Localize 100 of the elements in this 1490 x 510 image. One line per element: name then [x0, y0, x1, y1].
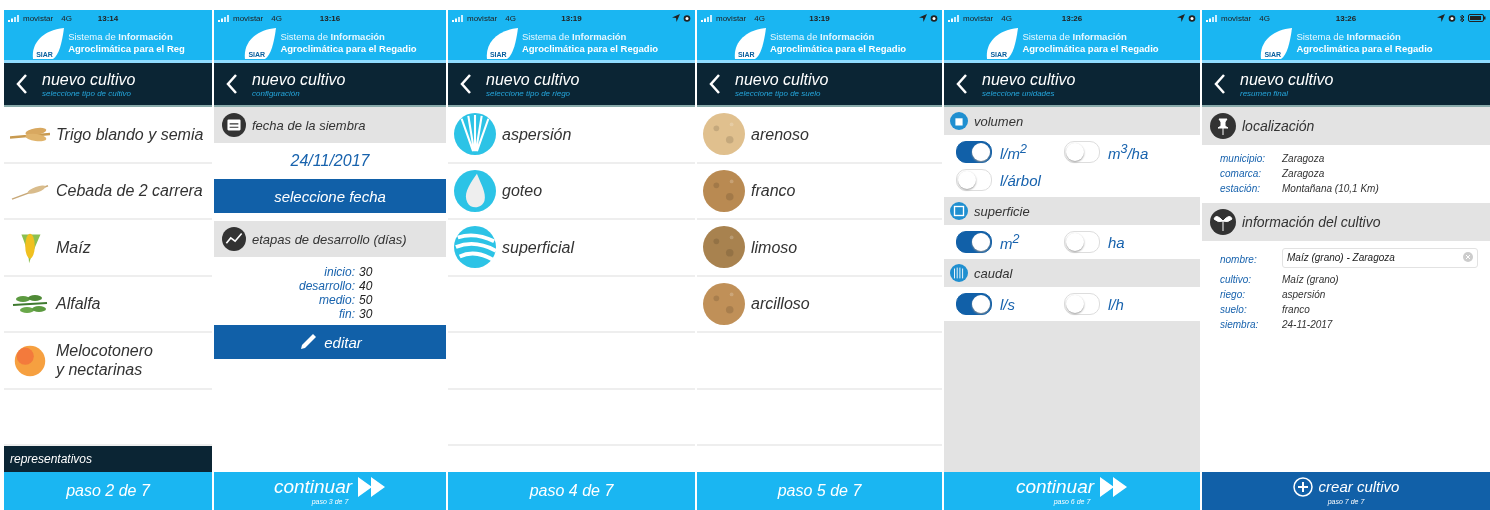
list-item[interactable]: franco [697, 163, 942, 220]
bluetooth-icon [1459, 13, 1465, 23]
sprout-icon [1210, 209, 1236, 235]
carrier-name: movistar [23, 13, 54, 23]
item-label: Melocotonero y nectarinas [56, 341, 153, 380]
soil-sample-icon [703, 169, 745, 212]
step-label: paso 4 de 7 [529, 482, 614, 500]
carrier-name: movistar [1221, 13, 1252, 23]
screen-title: nuevo cultivo [982, 70, 1076, 89]
list-item[interactable]: Melocotonero y nectarinas [4, 333, 212, 390]
unit-label: m$^{3}$/ha [1108, 142, 1149, 162]
status-time: 13:14 [97, 13, 119, 23]
alarm-clock-icon [930, 14, 938, 22]
banner-text: Sistema de Información [521, 31, 628, 43]
field-label: riego: [1220, 289, 1246, 300]
back-icon[interactable] [1214, 73, 1226, 95]
list-item[interactable]: Cebada de 2 carrera [4, 163, 212, 220]
screen-title: nuevo cultivo [252, 70, 346, 89]
pencil-icon [298, 332, 319, 352]
list-item[interactable]: Trigo blando y semia [4, 107, 212, 164]
field-value: Zaragoza [1282, 167, 1325, 179]
list-item[interactable]: aspersión [448, 107, 695, 164]
alarm-clock-icon [1188, 14, 1196, 22]
back-icon[interactable] [709, 73, 721, 95]
list-item[interactable]: superficial [448, 220, 695, 277]
item-label: goteo [502, 181, 543, 201]
screen-subtitle: seleccione tipo de riego [486, 88, 572, 98]
back-icon[interactable] [16, 73, 28, 95]
wave-lines-icon [454, 226, 496, 269]
step-label: paso 2 de 7 [66, 482, 150, 500]
action-button[interactable]: seleccione fecha [214, 179, 446, 213]
back-icon[interactable] [226, 73, 238, 95]
screen-title: nuevo cultivo [42, 70, 136, 89]
network-type: 4G [505, 13, 516, 23]
network-type: 4G [1001, 13, 1012, 23]
field-label: estación: [1220, 182, 1262, 194]
list-item[interactable]: Maíz [4, 220, 212, 277]
section-title: caudal [974, 265, 1013, 281]
fast-forward-icon [1100, 476, 1129, 497]
alarm-clock-icon [1448, 14, 1456, 22]
banner-text: Agroclimática para el Regadio [280, 43, 417, 55]
stage-label: desarrollo: [297, 279, 355, 293]
list-item[interactable]: arcilloso [697, 276, 942, 333]
alarm-clock-icon [683, 14, 691, 22]
plus-circle-icon [1292, 476, 1313, 497]
section-title: fecha de la siembra [252, 117, 366, 133]
wheat-icon [10, 125, 50, 144]
signal-icon [701, 14, 713, 22]
field-value: Maíz (grano) [1282, 274, 1339, 285]
carrier-name: movistar [716, 13, 747, 23]
soil-sample-icon [703, 226, 745, 269]
status-time: 13:26 [1061, 13, 1083, 23]
back-icon[interactable] [956, 73, 968, 95]
field-value: Montañana (10,1 Km) [1282, 182, 1379, 194]
stage-value: 30 [359, 265, 374, 279]
location-arrow-icon [919, 14, 927, 22]
field-value: Zaragoza [1282, 152, 1325, 164]
toggle-switch[interactable] [956, 141, 992, 163]
banner-text: Sistema de Información [1022, 31, 1128, 43]
action-button[interactable]: editar [214, 325, 446, 359]
back-icon[interactable] [460, 73, 472, 95]
field-label: cultivo: [1220, 274, 1253, 285]
item-label: superficial [502, 237, 575, 257]
battery-icon [1468, 14, 1486, 22]
toggle-switch[interactable] [956, 293, 992, 315]
banner-text: Agroclimática para el Reg [68, 43, 185, 55]
section-bar: representativos [4, 446, 212, 472]
water-drop-icon [454, 169, 496, 212]
signal-icon [1206, 14, 1218, 22]
list-item[interactable]: goteo [448, 163, 695, 220]
list-item[interactable]: arenoso [697, 107, 942, 164]
growth-chart-icon [222, 227, 246, 251]
list-item[interactable]: Alfalfa [4, 276, 212, 333]
toggle-switch[interactable] [956, 231, 992, 253]
signal-icon [948, 14, 960, 22]
signal-icon [218, 14, 230, 22]
status-time: 13:26 [1335, 13, 1357, 23]
screen-subtitle: resumen final [1240, 88, 1290, 98]
section-title: etapas de desarrollo (días) [252, 231, 407, 247]
unit-label: l/m$^{2}$ [1000, 142, 1027, 162]
signal-icon [8, 14, 20, 22]
location-arrow-icon [1437, 14, 1445, 22]
field-label: suelo: [1220, 304, 1248, 315]
section-title: superficie [974, 203, 1030, 219]
banner-text: Agroclimática para el Regadio [769, 43, 907, 55]
field-value: franco [1282, 304, 1310, 315]
field-value: aspersión [1282, 289, 1326, 300]
item-label: franco [751, 181, 796, 201]
banner-text: Sistema de Información [769, 31, 876, 43]
list-item[interactable]: limoso [697, 220, 942, 277]
screen-subtitle: seleccione tipo de suelo [735, 88, 822, 98]
item-label: aspersión [502, 124, 572, 144]
pushpin-icon [1210, 113, 1236, 139]
name-field[interactable]: Maíz (grano) - Zaragoza [1282, 247, 1478, 268]
carrier-name: movistar [963, 13, 994, 23]
item-label: Alfalfa [56, 294, 101, 314]
item-label: Cebada de 2 carrera [56, 181, 203, 201]
signal-icon [452, 14, 464, 22]
status-time: 13:19 [809, 13, 830, 23]
date-value: 24/11/2017 [289, 151, 371, 171]
